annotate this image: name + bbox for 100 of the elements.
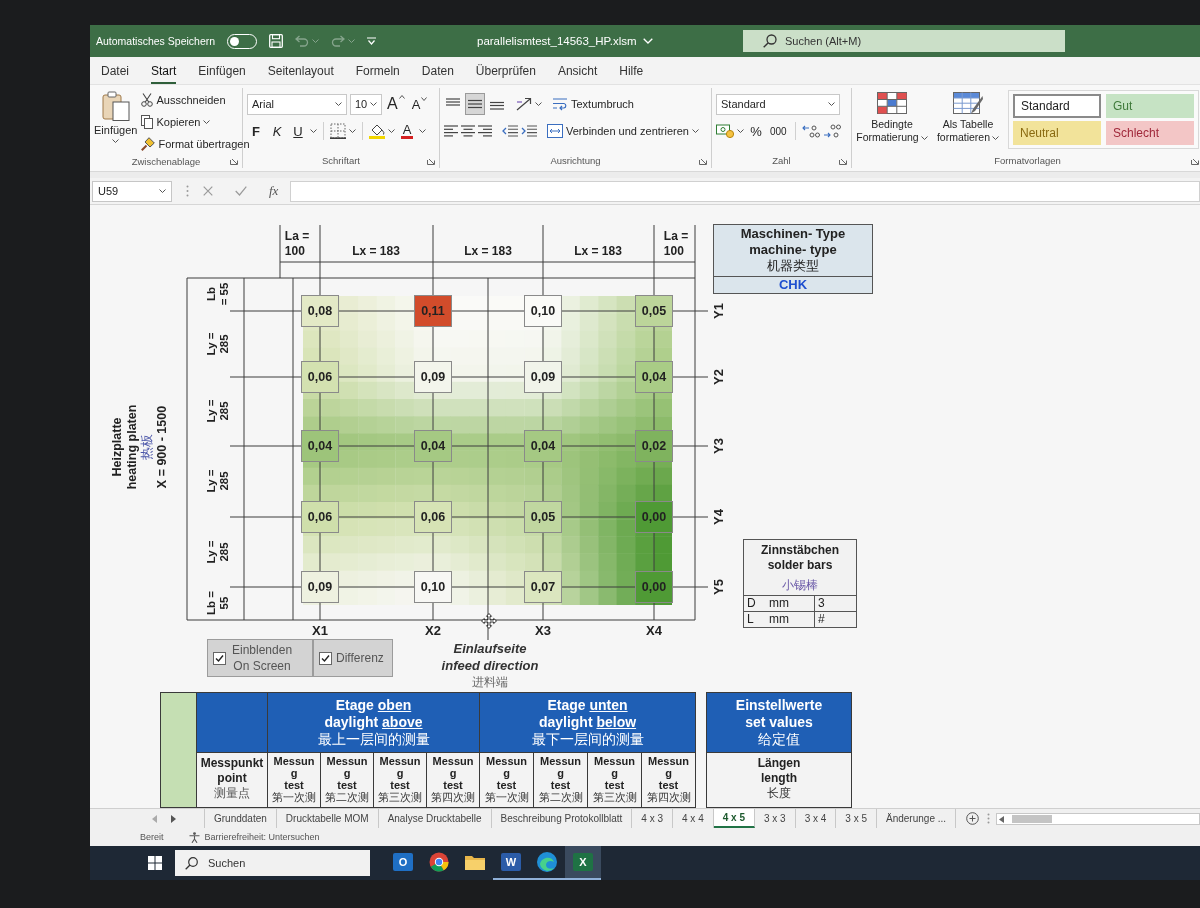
- dialog-launcher-icon[interactable]: [230, 157, 238, 165]
- menu-tab[interactable]: Ansicht: [557, 63, 598, 84]
- align-left-icon[interactable]: [444, 125, 458, 137]
- accessibility-icon[interactable]: [188, 831, 200, 843]
- drag-handle-icon[interactable]: [987, 813, 991, 824]
- grow-font-button[interactable]: A: [385, 93, 407, 115]
- shrink-font-button[interactable]: A: [409, 93, 430, 115]
- caret-down-icon[interactable]: [203, 120, 211, 124]
- menu-tab[interactable]: Hilfe: [619, 63, 644, 84]
- number-format-dropdown[interactable]: Standard: [716, 93, 840, 115]
- dialog-launcher-icon[interactable]: [427, 156, 435, 165]
- align-middle-button[interactable]: [465, 93, 485, 115]
- dimension-label: Lb = 55: [205, 591, 231, 615]
- decimal-decrease-icon[interactable]: [822, 124, 841, 138]
- spreadsheet-app-button[interactable]: X: [565, 846, 601, 880]
- menu-tab[interactable]: Seitenlayout: [267, 63, 334, 84]
- wrap-text-button[interactable]: Textumbruch: [552, 94, 634, 114]
- text-orientation-icon[interactable]: [516, 97, 532, 111]
- font-name-dropdown[interactable]: Arial: [247, 93, 347, 115]
- thousands-separator-button[interactable]: 000: [768, 120, 789, 142]
- name-box-field[interactable]: U59: [92, 180, 172, 202]
- menu-tab[interactable]: Überprüfen: [475, 63, 536, 84]
- menu-tab[interactable]: Daten: [421, 63, 454, 84]
- horizontal-scrollbar[interactable]: [996, 813, 1200, 825]
- format-painter-button[interactable]: Format übertragen: [141, 134, 250, 154]
- accessibility-status[interactable]: Barrierefreiheit: Untersuchen: [204, 832, 320, 842]
- dialog-launcher-icon[interactable]: [699, 156, 707, 165]
- caret-down-icon[interactable]: [310, 129, 317, 133]
- caret-down-icon[interactable]: [419, 129, 426, 133]
- checkbox[interactable]: [213, 651, 226, 665]
- bold-button[interactable]: F: [247, 120, 265, 142]
- document-app-button[interactable]: W: [493, 846, 529, 880]
- formula-input-field[interactable]: [290, 180, 1200, 202]
- copy-button[interactable]: Kopieren: [141, 112, 250, 132]
- percent-button[interactable]: %: [747, 120, 765, 142]
- caret-down-icon[interactable]: [828, 102, 835, 106]
- italic-button[interactable]: K: [268, 120, 286, 142]
- caret-down-icon[interactable]: [349, 129, 356, 133]
- insert-function-button[interactable]: fx: [269, 183, 279, 199]
- row-label: Y1: [710, 303, 726, 319]
- dimension-label: Ly = 285: [205, 399, 231, 423]
- font-size-dropdown[interactable]: 10: [350, 93, 382, 115]
- merge-center-button[interactable]: Verbinden und zentrieren: [547, 121, 699, 141]
- caret-down-icon[interactable]: [370, 102, 377, 106]
- caret-down-icon[interactable]: [112, 139, 120, 143]
- scrollbar-thumb[interactable]: [1012, 815, 1053, 823]
- decimal-increase-icon[interactable]: [801, 124, 820, 138]
- group-label: Ausrichtung: [550, 155, 601, 166]
- menu-tab[interactable]: Datei: [101, 63, 129, 84]
- header-text: Etage unten: [547, 697, 628, 714]
- caret-down-icon[interactable]: [691, 129, 699, 133]
- autosave-label: Automatisches Speichern: [96, 35, 216, 47]
- table-cell: #: [814, 612, 856, 627]
- font-color-button[interactable]: A: [398, 120, 416, 142]
- save-icon[interactable]: [269, 34, 284, 48]
- search-field[interactable]: Suchen (Alt+M): [743, 30, 1065, 52]
- dialog-launcher-icon[interactable]: [1191, 156, 1199, 165]
- checkbox[interactable]: [319, 651, 332, 665]
- caret-down-icon[interactable]: [388, 129, 395, 133]
- dimension-label: Lx = 183: [352, 244, 400, 260]
- cell-style-option[interactable]: Standard: [1013, 94, 1101, 118]
- add-sheet-icon[interactable]: [966, 812, 980, 825]
- align-center-icon[interactable]: [461, 125, 475, 137]
- align-right-icon[interactable]: [478, 125, 492, 137]
- caret-down-icon[interactable]: [992, 136, 1000, 141]
- sheet-tab[interactable]: 4 x 5: [713, 809, 755, 828]
- table-cell-text: L: [746, 612, 755, 627]
- checkbox-control[interactable]: Differenz: [313, 639, 393, 677]
- fill-color-icon[interactable]: [369, 123, 385, 139]
- caret-down-icon[interactable]: [737, 129, 744, 133]
- customize-toolbar-icon[interactable]: [367, 37, 377, 45]
- currency-icon[interactable]: [716, 124, 734, 138]
- cell-style-option[interactable]: Schlecht: [1106, 121, 1194, 145]
- indent-decrease-icon[interactable]: [502, 125, 518, 137]
- caret-down-icon[interactable]: [920, 136, 928, 141]
- cell-style-option[interactable]: Neutral: [1013, 121, 1101, 145]
- scroll-left-icon[interactable]: [999, 815, 1005, 823]
- caret-down-icon[interactable]: [535, 102, 542, 106]
- dimension-label: Lx = 183: [464, 244, 512, 260]
- indent-increase-icon[interactable]: [521, 125, 537, 137]
- filename-button[interactable]: parallelismtest_14563_HP.xlsm: [477, 35, 653, 47]
- conditional-formatting-button[interactable]: Bedingte Formatierung: [856, 88, 928, 153]
- menu-tab[interactable]: Formeln: [355, 63, 400, 84]
- cut-button[interactable]: Ausschneiden: [141, 90, 250, 110]
- caret-down-icon[interactable]: [335, 102, 342, 106]
- next-sheet-icon[interactable]: [171, 814, 176, 823]
- paste-button[interactable]: Einfügen: [94, 88, 138, 154]
- mail-app-button[interactable]: O: [385, 846, 421, 880]
- dialog-launcher-icon[interactable]: [839, 156, 847, 165]
- format-as-table-button[interactable]: Als Tabelle formatieren: [932, 88, 1004, 153]
- cell-style-option[interactable]: Gut: [1106, 94, 1194, 118]
- taskbar-search-field[interactable]: Suchen: [175, 850, 370, 876]
- windows-logo-icon[interactable]: [148, 856, 162, 870]
- borders-icon[interactable]: [330, 123, 346, 139]
- checkbox-control[interactable]: Einblenden On Screen: [207, 639, 313, 677]
- caret-down-icon[interactable]: [159, 189, 166, 193]
- underline-button[interactable]: U: [289, 120, 307, 142]
- measurement-value: 0,09: [414, 361, 452, 393]
- menu-tab[interactable]: Einfügen: [198, 63, 246, 84]
- measurement-value: 0,09: [524, 361, 562, 393]
